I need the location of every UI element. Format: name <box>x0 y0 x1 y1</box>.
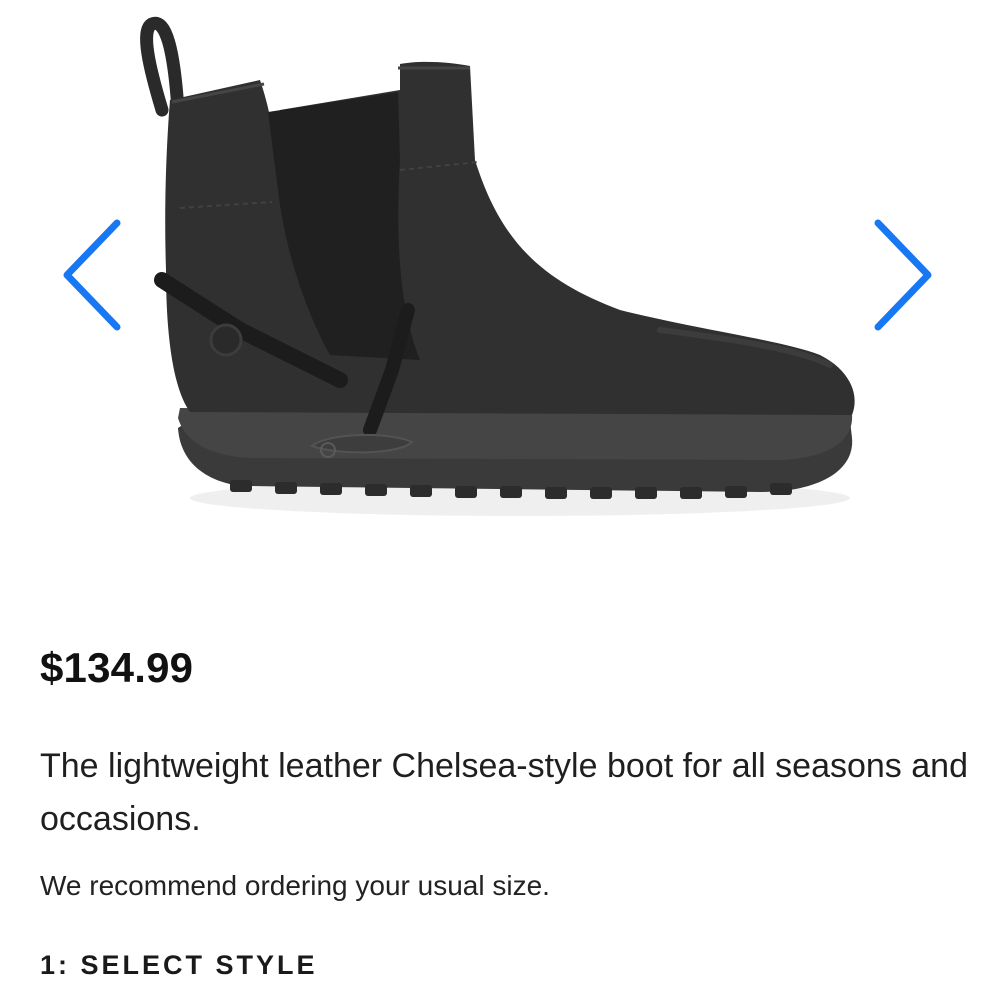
product-price: $134.99 <box>40 644 194 691</box>
product-image-carousel <box>0 0 1000 600</box>
carousel-next-button[interactable] <box>860 215 940 345</box>
chevron-right-icon <box>874 219 932 331</box>
product-description: The lightweight leather Chelsea-style bo… <box>40 747 968 838</box>
chelsea-boot-image <box>140 16 855 516</box>
select-style-heading: 1: SELECT STYLE <box>40 950 318 980</box>
size-recommendation: We recommend ordering your usual size. <box>40 870 550 901</box>
